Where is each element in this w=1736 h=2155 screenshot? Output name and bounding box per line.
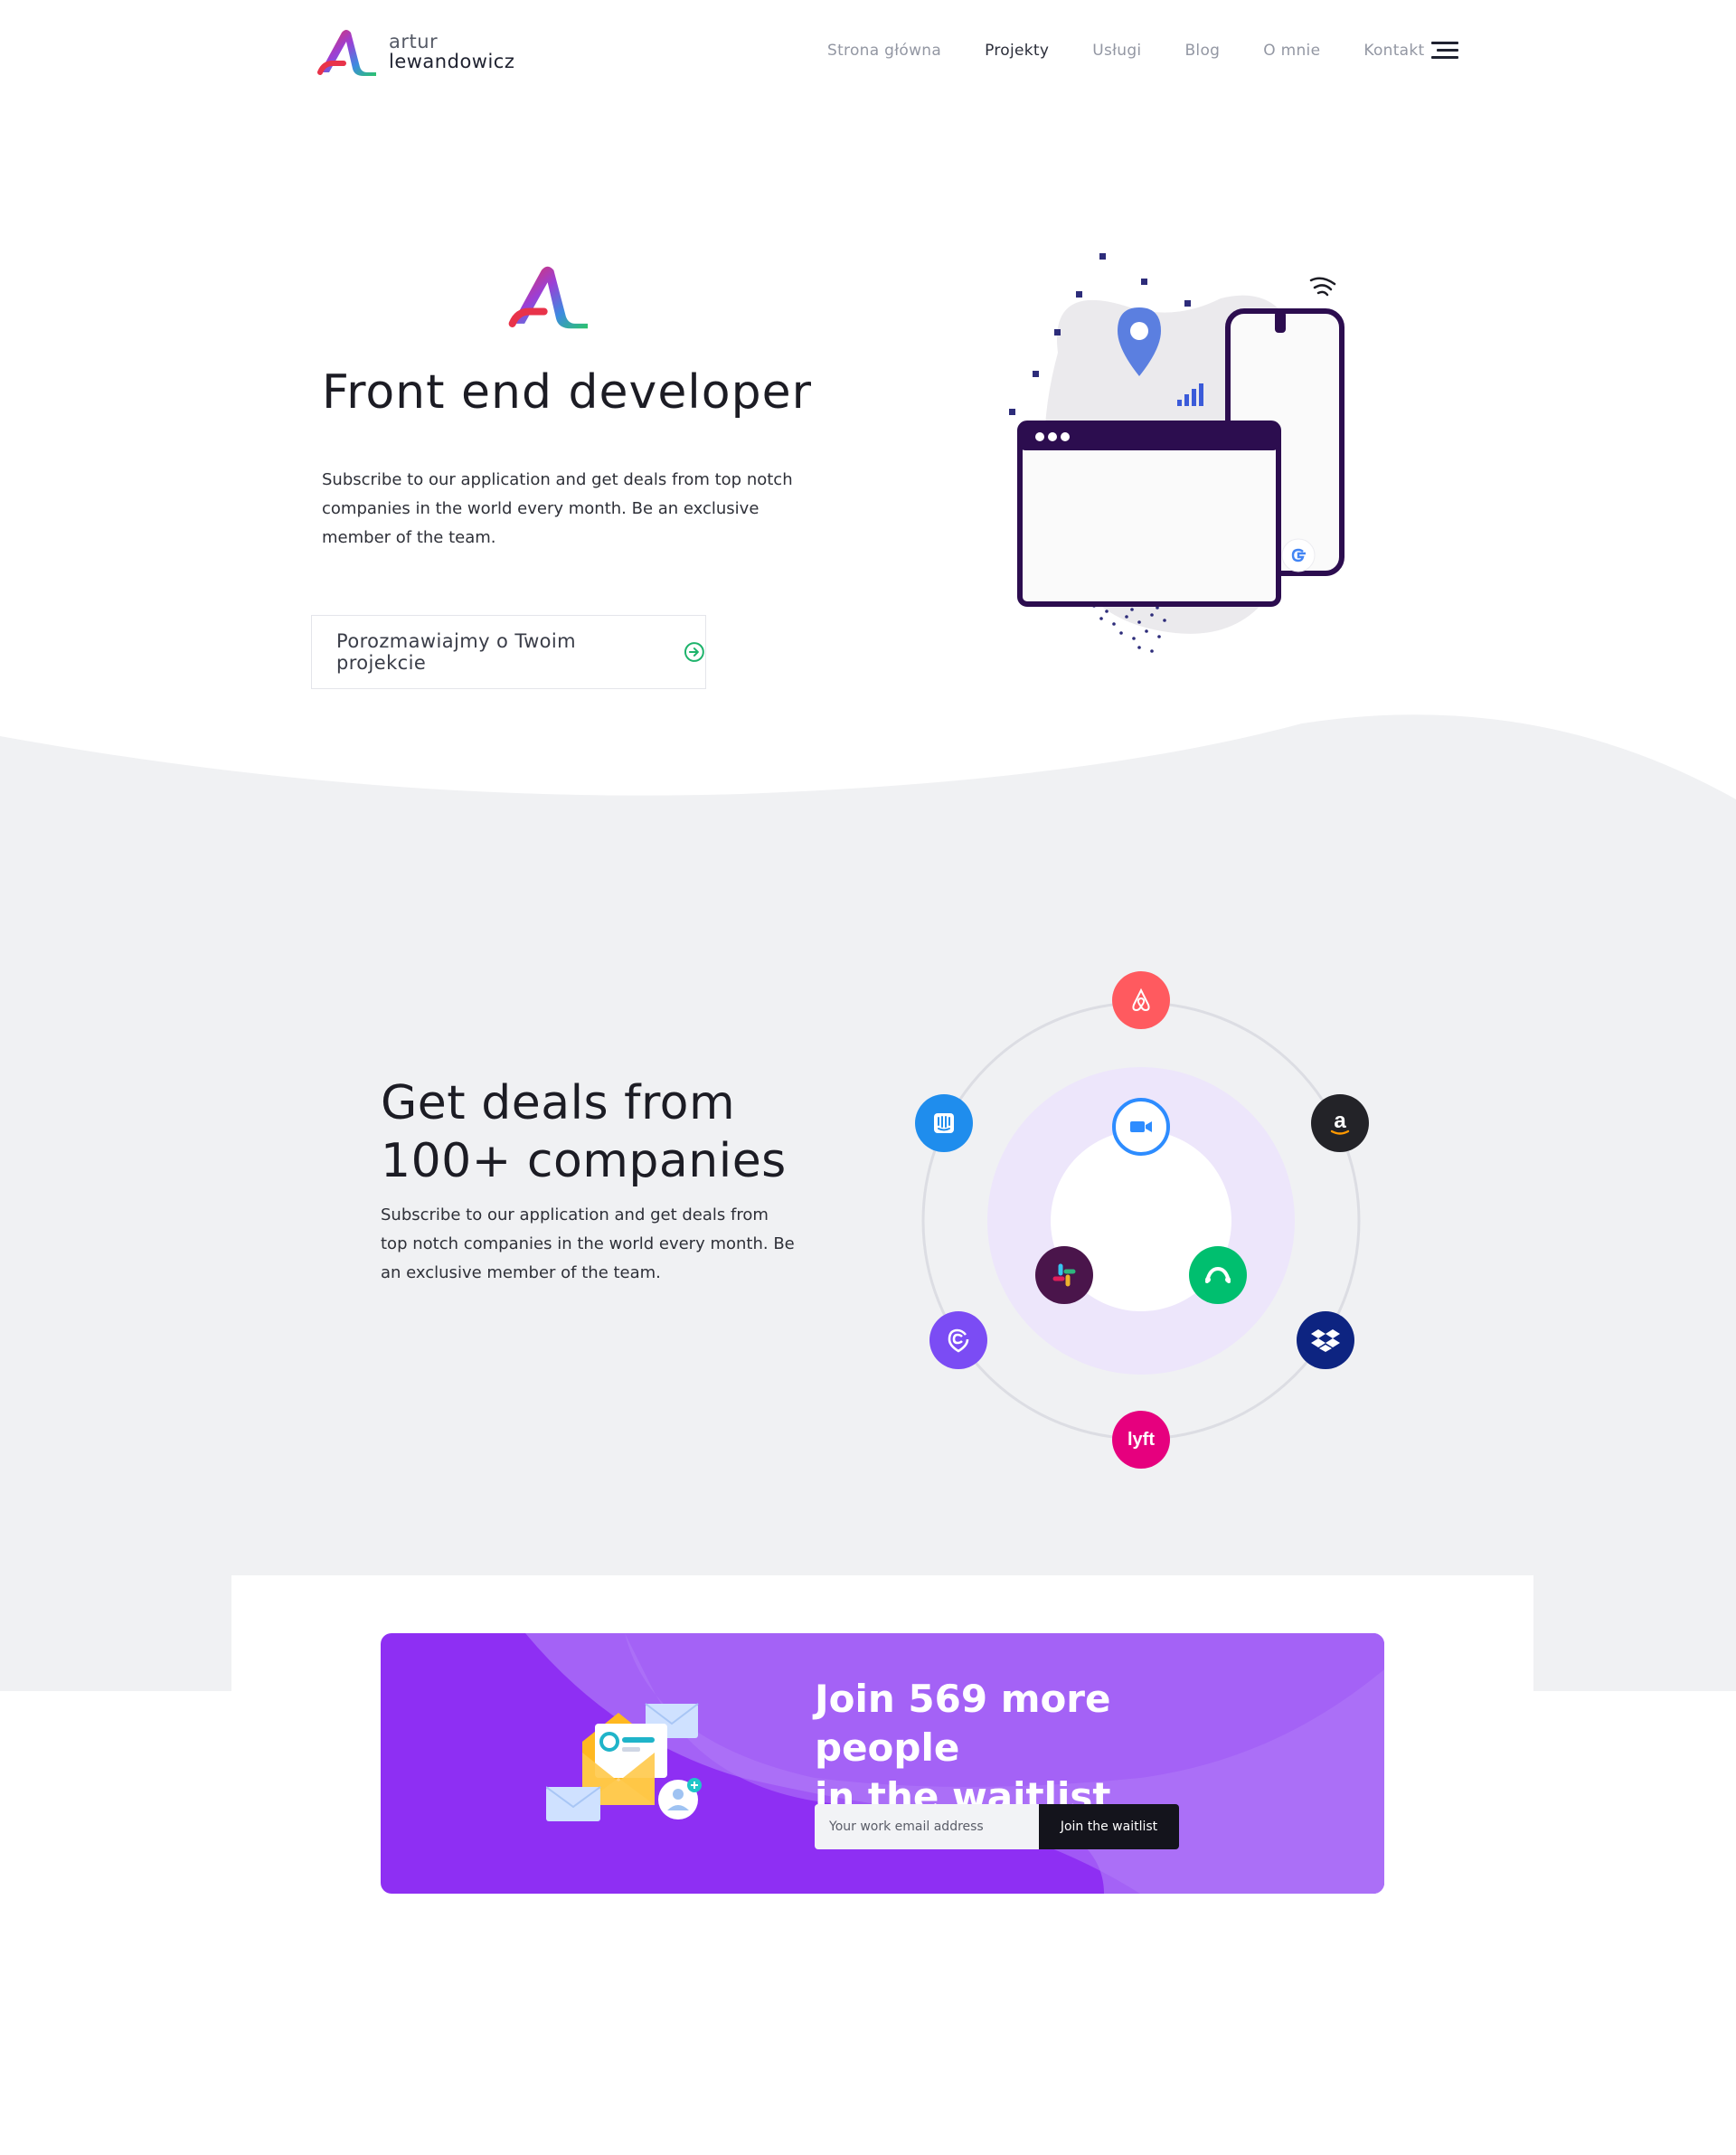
hero-illustration — [1009, 253, 1344, 653]
zoom-icon — [1112, 1098, 1170, 1156]
hamburger-menu-icon[interactable] — [1431, 42, 1458, 63]
nav-item-home[interactable]: Strona główna — [827, 42, 941, 60]
hero-title: Front end developer — [322, 365, 812, 420]
browser-window-illustration — [1017, 421, 1281, 607]
deals-title-line-1: Get deals from — [381, 1076, 736, 1130]
brand-last-name: lewandowicz — [389, 51, 515, 72]
wifi-icon — [1309, 277, 1336, 297]
airbnb-icon — [1112, 971, 1170, 1029]
google-icon — [1281, 538, 1316, 572]
main-nav: Strona główna Projekty Usługi Blog O mni… — [827, 42, 1468, 60]
nav-item-projects[interactable]: Projekty — [985, 42, 1049, 60]
brand-logo-icon — [317, 30, 376, 76]
orbit-rings — [921, 1001, 1361, 1441]
deals-title-line-2: 100+ companies — [381, 1134, 787, 1188]
nav-item-contact[interactable]: Kontakt — [1363, 42, 1424, 60]
deals-title: Get deals from 100+ companies — [381, 1074, 787, 1190]
waitlist-title-line-1: Join 569 more people — [815, 1677, 1111, 1770]
surveymonkey-icon — [1189, 1246, 1247, 1304]
intercom-icon — [915, 1094, 973, 1152]
dropbox-icon — [1297, 1311, 1354, 1369]
hero-logo-icon — [508, 266, 589, 329]
join-waitlist-button[interactable]: Join the waitlist — [1039, 1804, 1179, 1849]
cta-button[interactable]: Porozmawiajmy o Twoim projekcie — [311, 615, 706, 689]
amazon-icon: a — [1311, 1094, 1369, 1152]
svg-text:a: a — [1334, 1109, 1346, 1133]
mail-envelope-illustration — [546, 1703, 702, 1821]
company-orbit: a lyft — [904, 959, 1392, 1483]
marker-logo-icon — [929, 1311, 987, 1369]
svg-text:lyft: lyft — [1127, 1430, 1155, 1450]
waitlist-title: Join 569 more people in the waitlist — [815, 1675, 1267, 1821]
brand[interactable]: artur lewandowicz — [316, 25, 514, 78]
nav-item-services[interactable]: Usługi — [1092, 42, 1141, 60]
nav-item-blog[interactable]: Blog — [1184, 42, 1220, 60]
brand-first-name: artur — [389, 31, 439, 52]
deals-description: Subscribe to our application and get dea… — [381, 1205, 795, 1282]
lyft-icon: lyft — [1112, 1411, 1170, 1469]
slack-icon — [1035, 1246, 1093, 1304]
arrow-right-circle-icon — [684, 642, 705, 662]
email-field[interactable] — [815, 1804, 1039, 1849]
cta-label: Porozmawiajmy o Twoim projekcie — [336, 630, 576, 674]
hero-description: Subscribe to our application and get dea… — [322, 470, 793, 547]
grey-wave-band — [0, 714, 1736, 1691]
nav-item-about[interactable]: O mnie — [1263, 42, 1320, 60]
